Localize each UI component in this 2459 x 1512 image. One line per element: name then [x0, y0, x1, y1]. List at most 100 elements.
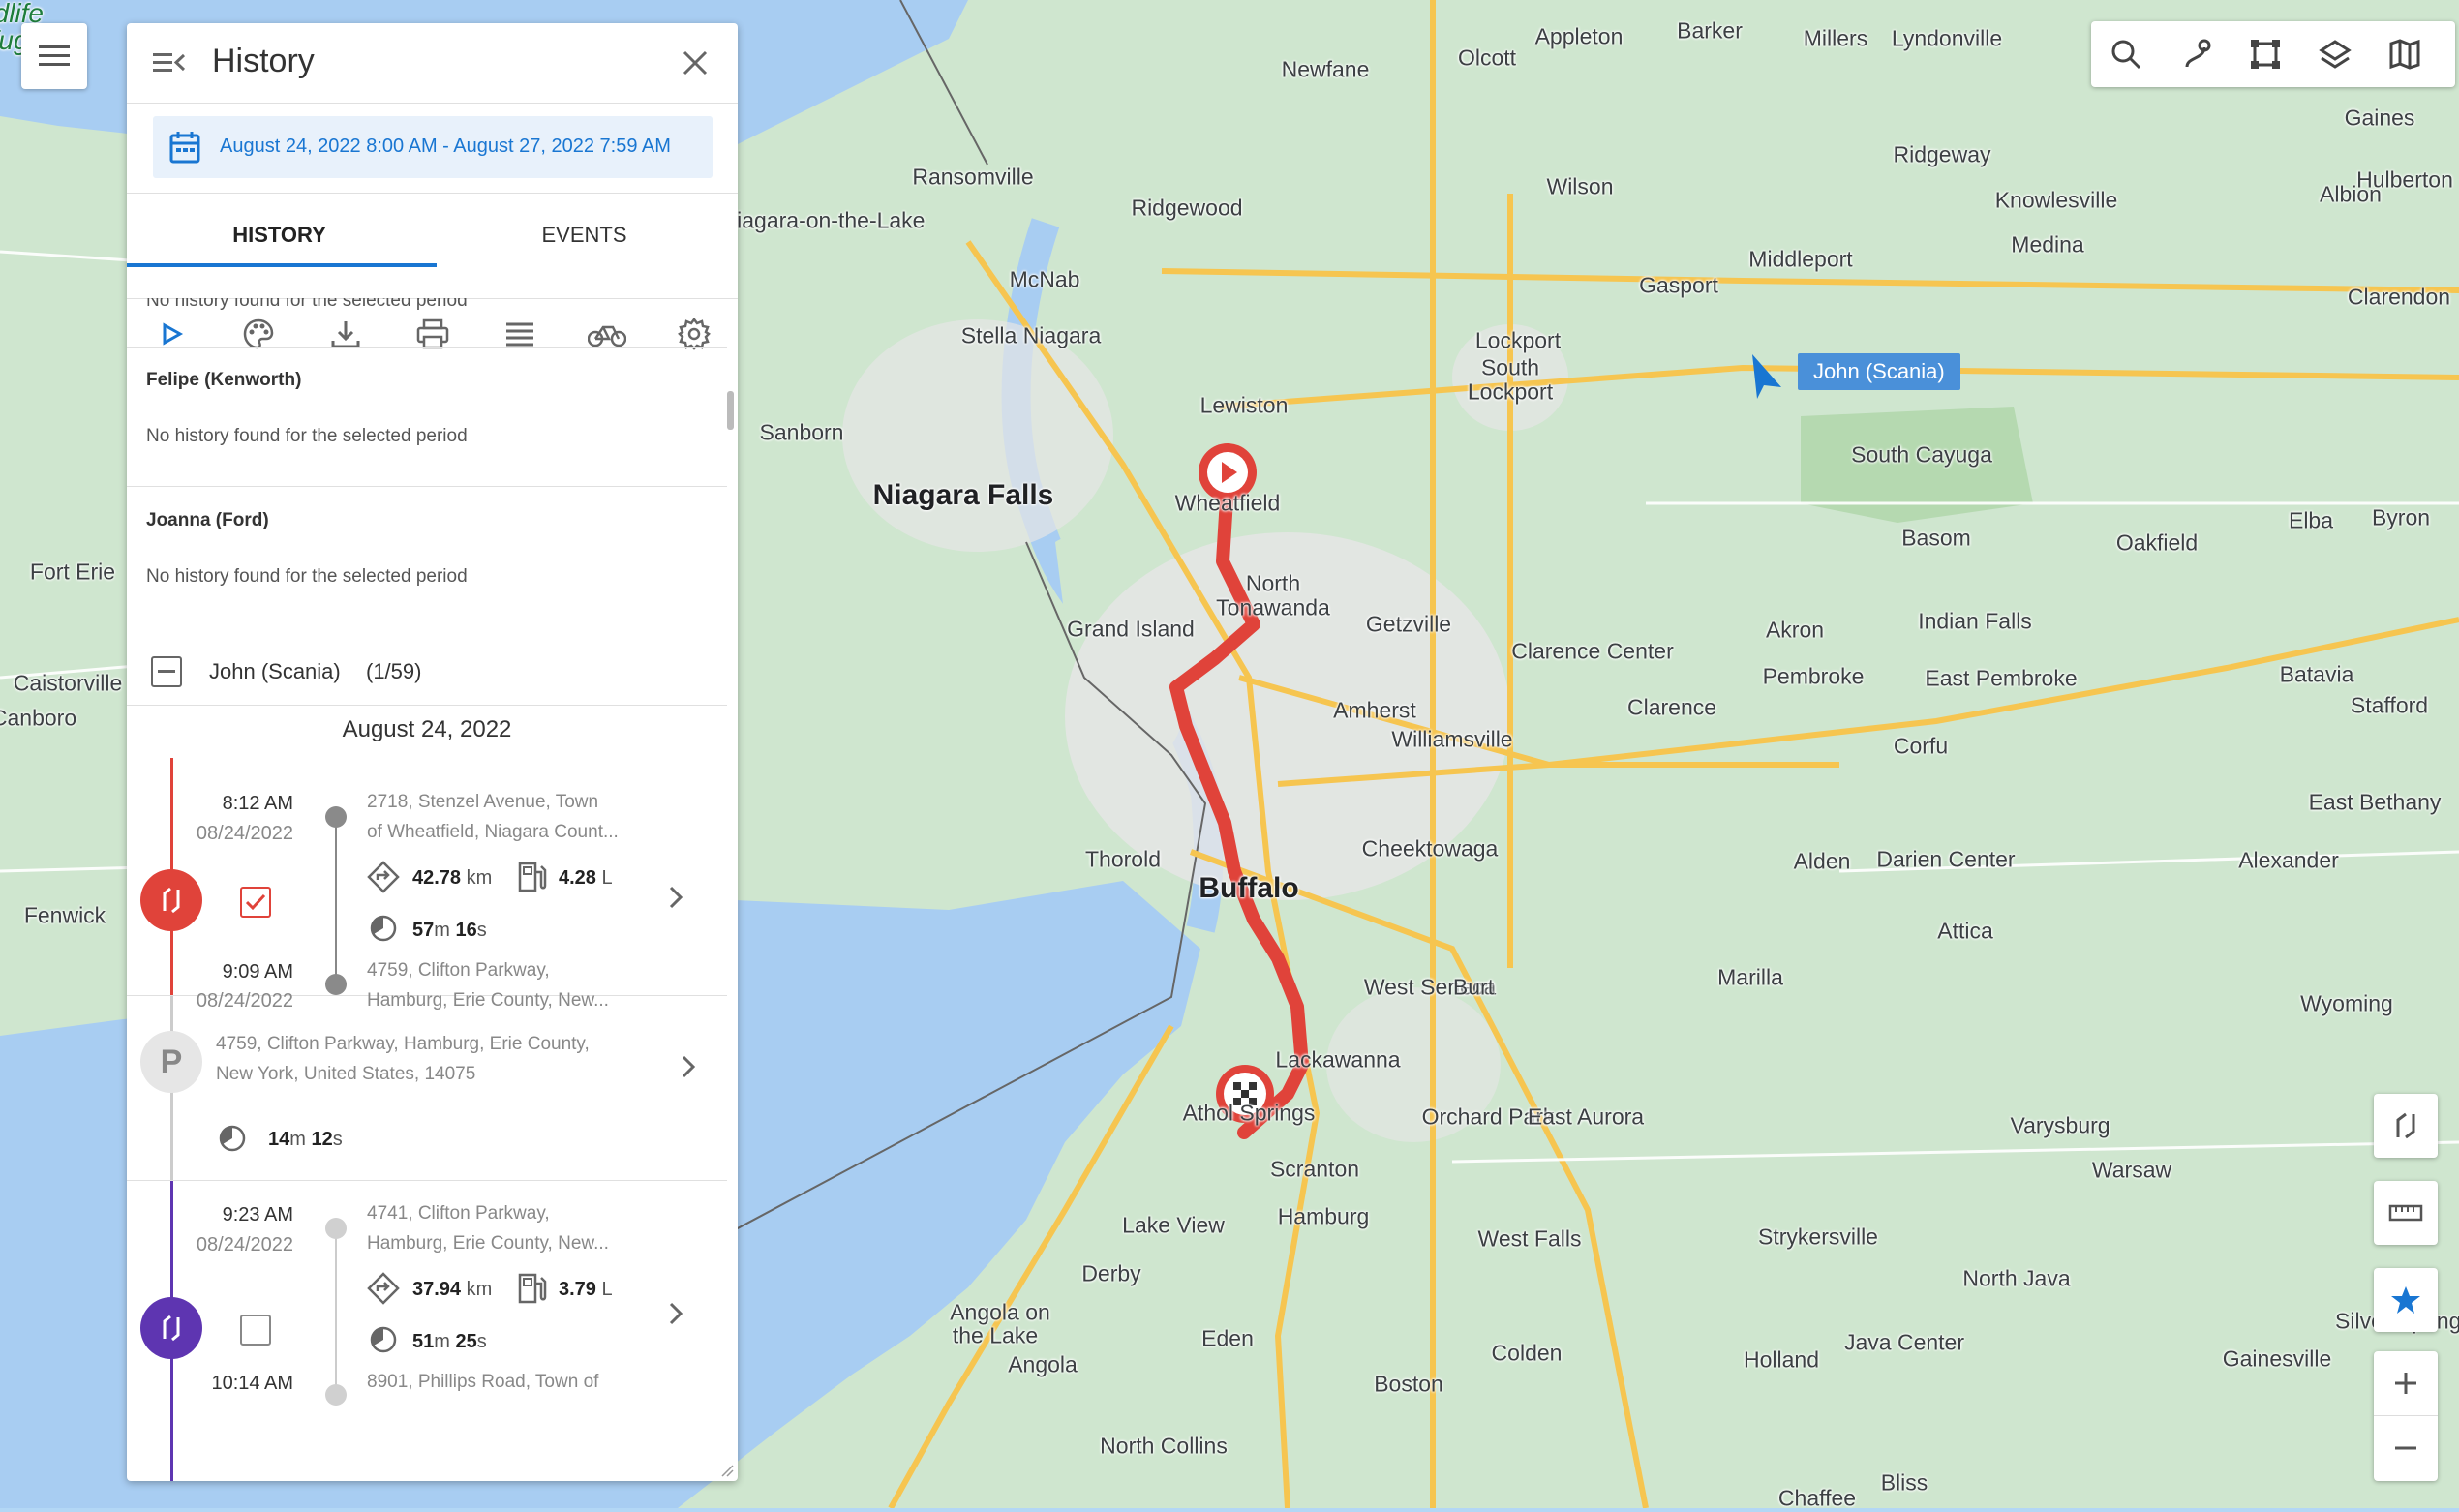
ruler-control[interactable] [2374, 1181, 2438, 1245]
map-place-label: East Pembroke [1925, 665, 2078, 691]
zoom-in-icon [2395, 1373, 2416, 1394]
duration-icon [370, 1326, 397, 1353]
start-date: 08/24/2022 [196, 823, 293, 844]
start-address-line2: of Wheatfield, Niagara Count... [367, 822, 619, 842]
chevron-right-icon[interactable] [679, 1052, 698, 1081]
close-icon[interactable] [681, 48, 710, 77]
map-place-label: Clarence Center [1511, 638, 1674, 664]
map-place-label: Akron [1765, 617, 1825, 643]
parking-badge: P [140, 1031, 202, 1093]
map-place-label: Amherst [1333, 697, 1416, 723]
map-place-label: Ransomville [912, 164, 1034, 190]
map-place-label: Alden [1793, 848, 1851, 874]
vehicle-item-john[interactable]: John (Scania) (1/59) [127, 637, 727, 706]
start-address: 2718, Stenzel Avenue, Town of Wheatfield,… [367, 787, 648, 847]
map-place-label: Alexander [2238, 847, 2339, 873]
duration: 51m 25s [412, 1331, 487, 1353]
route-icon [2185, 39, 2211, 68]
chevron-right-icon[interactable] [666, 1299, 685, 1328]
collapse-checkbox[interactable] [151, 656, 182, 687]
map-place-label: Wilson [1546, 173, 1614, 199]
fuel-icon [518, 862, 547, 892]
trip-item[interactable]: 8:12 AM 08/24/2022 9:09 AM 08/24/2022 27… [127, 758, 727, 1012]
empty-message: No history found for the selected period [146, 298, 468, 311]
stop-item[interactable]: P 4759, Clifton Parkway, Hamburg, Erie C… [127, 996, 727, 1181]
trip-item[interactable]: 9:23 AM 08/24/2022 10:14 AM 4741, Clifto… [127, 1181, 727, 1481]
vehicle-tooltip[interactable]: John (Scania) [1798, 353, 1960, 390]
start-address: 4741, Clifton Parkway, Hamburg, Erie Coun… [367, 1198, 648, 1258]
trip-count: (1/59) [366, 659, 422, 683]
map-type-button[interactable] [2370, 21, 2440, 87]
trip-checkbox[interactable] [240, 1315, 271, 1346]
duration-seconds: 12 [311, 1129, 333, 1150]
route-icon [163, 887, 180, 914]
tab-events[interactable]: EVENTS [432, 223, 737, 248]
history-panel: History August 24, 2022 8:00 AM - August… [127, 23, 738, 1481]
map-place-label: Niagara-on-the-Lake [720, 207, 926, 233]
hamburger-icon [39, 45, 70, 66]
main-menu-button[interactable] [21, 23, 87, 89]
timeline-start-dot [325, 1218, 347, 1239]
zoom-in-button[interactable] [2374, 1351, 2438, 1416]
chevron-right-icon[interactable] [666, 883, 685, 912]
timeline-end-dot [325, 974, 347, 995]
map-place-label: Darien Center [1876, 846, 2016, 872]
map-place-label: East Bethany [2308, 789, 2442, 815]
vehicle-item-felipe[interactable]: Felipe (Kenworth) No history found for t… [127, 347, 727, 487]
map-place-label: Clarendon [2347, 284, 2451, 310]
map-place-label: Lewiston [1199, 392, 1289, 418]
duration-minutes-unit: m [434, 1331, 450, 1352]
search-button[interactable] [2091, 21, 2161, 87]
route-tool-button[interactable] [2161, 21, 2231, 87]
zoom-out-button[interactable] [2374, 1416, 2438, 1480]
end-time: 9:09 AM [222, 961, 293, 983]
fuel-icon [518, 1273, 547, 1304]
duration-seconds-unit: s [332, 1129, 343, 1150]
map-toolbar [2091, 21, 2455, 87]
select-area-icon [2251, 40, 2280, 69]
map-place-label: Gasport [1639, 272, 1718, 298]
map-icon [2389, 39, 2420, 70]
fuel: 3.79 L [559, 1279, 613, 1301]
trip-badge [140, 1297, 202, 1359]
map-place-label: Fort Erie [29, 559, 116, 585]
map-place-label: Canboro [0, 705, 77, 731]
select-area-button[interactable] [2231, 21, 2300, 87]
distance-value: 42.78 [412, 867, 462, 889]
layers-button[interactable] [2300, 21, 2370, 87]
empty-message: No history found for the selected period [146, 426, 468, 446]
fuel-value: 3.79 [559, 1279, 596, 1300]
trip-checkbox[interactable] [240, 887, 271, 918]
map-place-label: Indian Falls [1918, 608, 2032, 634]
ruler-icon [2388, 1204, 2423, 1222]
favorites-control[interactable] [2374, 1268, 2438, 1332]
vehicle-tooltip-label: John (Scania) [1813, 359, 1945, 383]
map-place-label: Newfane [1281, 56, 1370, 82]
map-place-label: Lake View [1122, 1212, 1225, 1238]
history-list[interactable]: No history found for the selected period… [127, 298, 738, 1481]
map-place-label: Lackawanna [1275, 1046, 1401, 1073]
panel-header: History [127, 23, 738, 104]
route-control[interactable] [2374, 1094, 2438, 1158]
start-date: 08/24/2022 [196, 1234, 293, 1255]
map-place-label: Angola [1008, 1351, 1078, 1377]
map-place-label: Cheektowaga [1361, 835, 1499, 862]
duration-minutes: 14 [268, 1129, 290, 1150]
start-address-line2: Hamburg, Erie County, New... [367, 1233, 609, 1254]
timeline-start-dot [325, 806, 347, 828]
resize-handle-icon[interactable] [720, 1464, 734, 1477]
scrollbar[interactable] [727, 391, 734, 430]
end-time: 10:14 AM [211, 1373, 293, 1394]
map-place-label: Hamburg [1277, 1203, 1370, 1229]
day-header: August 24, 2022 [342, 716, 512, 742]
vehicle-item-joanna[interactable]: Joanna (Ford) No history found for the s… [127, 487, 727, 622]
collapse-menu-icon[interactable] [153, 49, 186, 76]
check-icon [245, 893, 266, 911]
tab-history[interactable]: HISTORY [127, 223, 432, 248]
map-place-label: North Java [1962, 1265, 2071, 1291]
date-range-picker[interactable]: August 24, 2022 8:00 AM - August 27, 202… [153, 116, 713, 178]
map-place-label: Strykersville [1758, 1224, 1878, 1250]
map-place-label: Colden [1491, 1340, 1563, 1366]
duration-minutes-unit: m [434, 920, 450, 941]
map-place-label: Gainesville [2222, 1346, 2332, 1372]
